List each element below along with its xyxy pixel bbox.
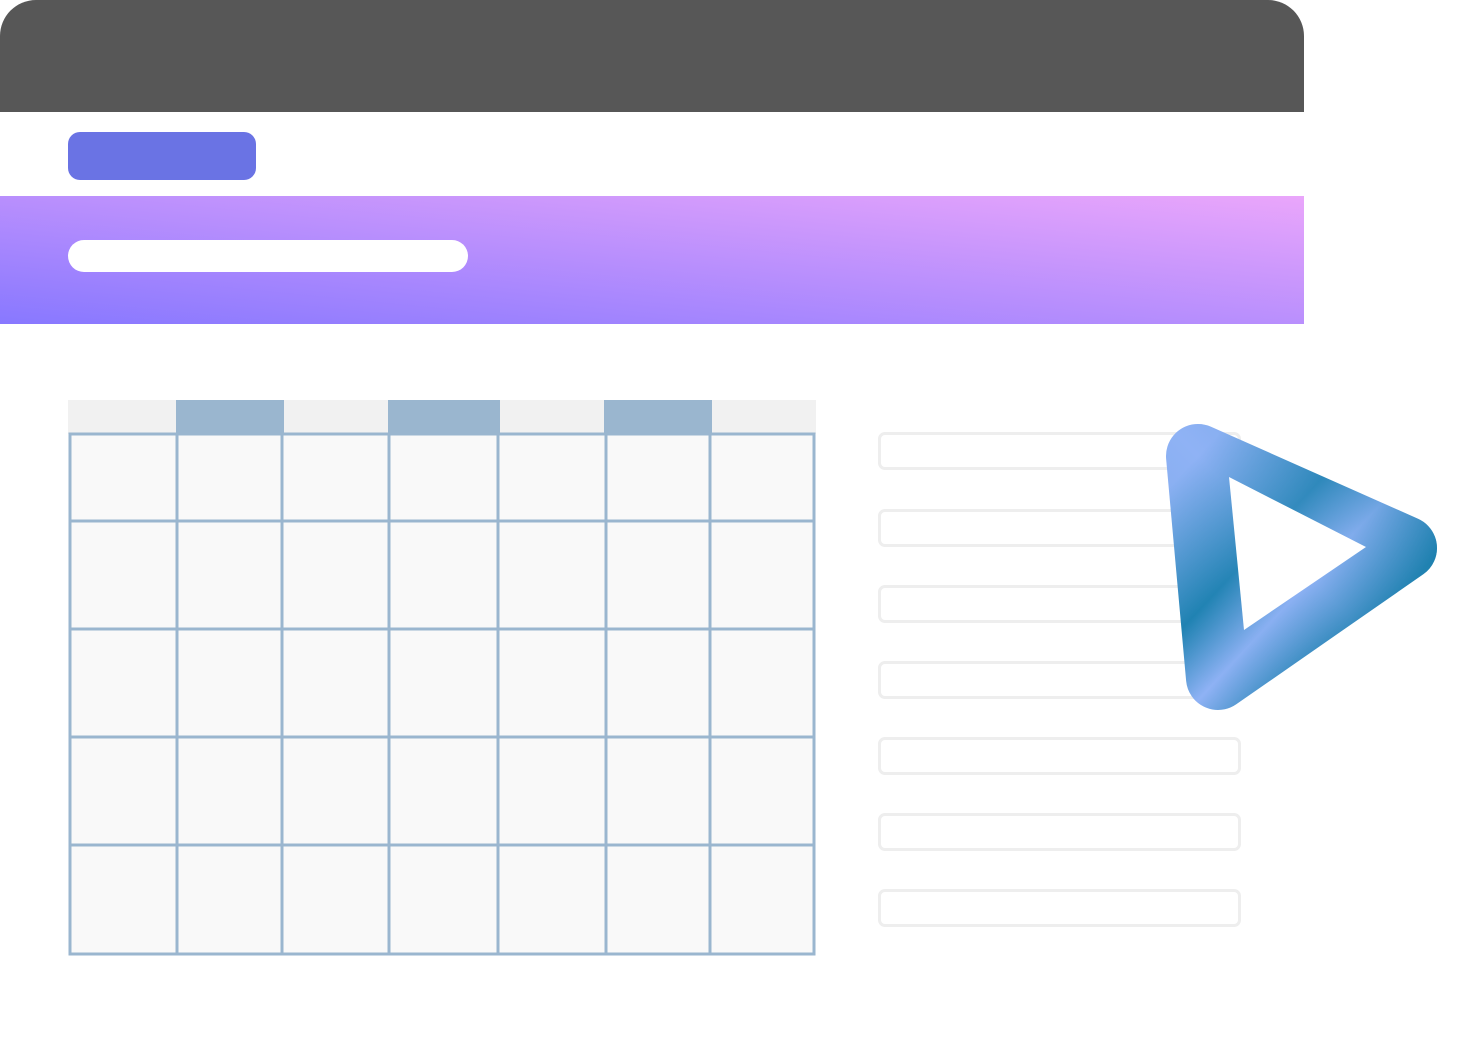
calendar-header-cell: [604, 400, 712, 434]
app-window: [0, 0, 1304, 1048]
calendar-header-cell: [68, 400, 176, 434]
calendar-header-cell: [388, 400, 500, 434]
calendar-header-cell: [176, 400, 284, 434]
calendar-header-cell: [712, 400, 816, 434]
play-triangle-icon: [1166, 424, 1437, 710]
calendar-body: [70, 434, 814, 954]
list-item[interactable]: [878, 737, 1241, 775]
calendar-header-row: [68, 400, 816, 434]
list-item[interactable]: [878, 889, 1241, 927]
calendar-header-cell: [500, 400, 604, 434]
list-item[interactable]: [878, 813, 1241, 851]
calendar-header-cell: [284, 400, 388, 434]
